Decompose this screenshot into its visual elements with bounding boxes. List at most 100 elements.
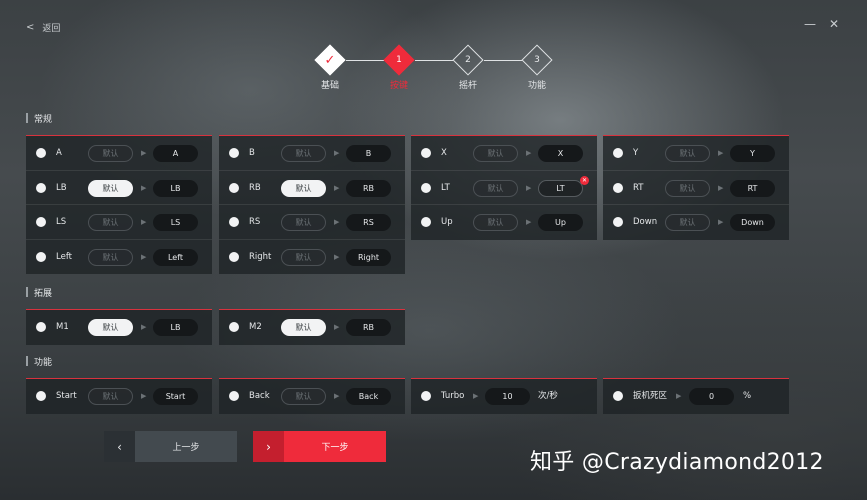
mapping-row: M1 默认 ▶ LB (26, 310, 212, 345)
check-icon: ✓ (324, 52, 336, 68)
default-button[interactable]: 默认 (88, 145, 133, 162)
mapping-row: Left 默认 ▶ Left (26, 240, 212, 275)
function-panel-back: Back 默认 ▶ Back (219, 378, 405, 414)
mapping-button[interactable]: X (538, 145, 583, 162)
key-name: Left (56, 251, 72, 262)
function-panel-start: Start 默认 ▶ Start (26, 378, 212, 414)
default-button[interactable]: 默认 (281, 179, 326, 197)
section-title-regular: 常规 (26, 111, 52, 125)
previous-step-label: 上一步 (135, 431, 237, 462)
mapping-button[interactable]: LT (538, 179, 583, 197)
mapping-button[interactable]: LB (153, 319, 198, 336)
select-radio[interactable] (421, 217, 431, 227)
default-button[interactable]: 默认 (88, 248, 133, 266)
mapping-row: Right 默认 ▶ Right (219, 240, 405, 275)
arrow-right-icon: ▶ (141, 149, 147, 157)
previous-step-button[interactable]: ‹ 上一步 (104, 431, 237, 462)
arrow-right-icon: ▶ (141, 392, 147, 400)
select-radio[interactable] (36, 148, 46, 158)
default-button[interactable]: 默认 (281, 388, 326, 405)
default-button[interactable]: 默认 (473, 145, 518, 162)
mapping-button[interactable]: LS (153, 214, 198, 231)
mapping-button[interactable]: Right (346, 248, 391, 266)
chevron-left-icon: ‹ (104, 431, 135, 462)
key-name: RS (249, 217, 261, 227)
arrow-right-icon: ▶ (526, 149, 532, 157)
mapping-button[interactable]: Start (153, 388, 198, 405)
default-button[interactable]: 默认 (473, 179, 518, 197)
regular-panel: Y 默认 ▶ Y RT 默认 ▶ RT Down 默认 ▶ Down (603, 135, 789, 240)
select-radio[interactable] (613, 182, 623, 193)
select-radio[interactable] (613, 148, 623, 158)
select-radio[interactable] (36, 322, 46, 332)
mapping-button[interactable]: LB (153, 179, 198, 197)
select-radio[interactable] (36, 217, 46, 227)
extended-panel: M2 默认 ▶ RB (219, 309, 405, 345)
section-title-functions: 功能 (26, 354, 52, 368)
mapping-button[interactable]: RS (346, 214, 391, 231)
default-button[interactable]: 默认 (281, 145, 326, 162)
minimize-button[interactable]: — (802, 16, 818, 32)
default-button[interactable]: 默认 (281, 248, 326, 266)
default-button[interactable]: 默认 (88, 214, 133, 231)
step-joystick[interactable]: 2 摇杆 (448, 44, 488, 91)
key-name: LT (441, 182, 450, 193)
deadzone-input[interactable]: 0 (689, 388, 734, 405)
select-radio[interactable] (613, 391, 623, 401)
mapping-button[interactable]: Left (153, 248, 198, 266)
turbo-rate-input[interactable]: 10 (485, 388, 530, 405)
default-button[interactable]: 默认 (473, 214, 518, 231)
key-name: X (441, 148, 447, 158)
default-button[interactable]: 默认 (88, 388, 133, 405)
select-radio[interactable] (613, 217, 623, 227)
next-step-button[interactable]: › 下一步 (253, 431, 386, 462)
close-button[interactable]: ✕ (826, 16, 842, 32)
default-button[interactable]: 默认 (665, 214, 710, 231)
select-radio[interactable] (421, 182, 431, 193)
step-functions[interactable]: 3 功能 (517, 44, 557, 91)
default-button[interactable]: 默认 (665, 179, 710, 197)
back-button[interactable]: < 返回 (26, 20, 60, 34)
mapping-button[interactable]: Down (730, 214, 775, 231)
arrow-right-icon: ▶ (473, 392, 479, 400)
mapping-button[interactable]: Back (346, 388, 391, 405)
error-icon[interactable]: ✕ (580, 175, 589, 185)
mapping-button[interactable]: B (346, 145, 391, 162)
default-button[interactable]: 默认 (281, 319, 326, 336)
step-basic[interactable]: ✓ 基础 (310, 44, 350, 91)
mapping-button[interactable]: Up (538, 214, 583, 231)
default-button[interactable]: 默认 (88, 319, 133, 336)
back-label: 返回 (42, 23, 61, 34)
select-radio[interactable] (36, 391, 46, 401)
mapping-button[interactable]: RB (346, 179, 391, 197)
arrow-right-icon: ▶ (334, 323, 340, 331)
close-icon: ✕ (828, 17, 840, 31)
select-radio[interactable] (229, 217, 239, 227)
select-radio[interactable] (229, 391, 239, 401)
arrow-right-icon: ▶ (334, 183, 340, 192)
mapping-button[interactable]: RB (346, 319, 391, 336)
select-radio[interactable] (229, 148, 239, 158)
default-button[interactable]: 默认 (281, 214, 326, 231)
step-buttons[interactable]: 1 按键 (379, 44, 419, 91)
arrow-right-icon: ▶ (676, 392, 682, 400)
select-radio[interactable] (421, 391, 431, 401)
mapping-row: LB 默认 ▶ LB (26, 171, 212, 205)
select-radio[interactable] (421, 148, 431, 158)
default-button[interactable]: 默认 (665, 145, 710, 162)
select-radio[interactable] (229, 322, 239, 332)
select-radio[interactable] (229, 182, 239, 193)
mapping-button[interactable]: A (153, 145, 198, 162)
select-radio[interactable] (36, 182, 46, 193)
mapping-button[interactable]: RT (730, 179, 775, 197)
step-number: 3 (534, 55, 540, 65)
arrow-right-icon: ▶ (141, 218, 147, 226)
mapping-button[interactable]: Y (730, 145, 775, 162)
select-radio[interactable] (229, 251, 239, 262)
default-button[interactable]: 默认 (88, 179, 133, 197)
mapping-row: RB 默认 ▶ RB (219, 171, 405, 205)
key-name: 扳机死区 (633, 391, 668, 401)
step-label: 摇杆 (458, 81, 477, 91)
select-radio[interactable] (36, 251, 46, 262)
regular-panel: A 默认 ▶ A LB 默认 ▶ LB LS 默认 ▶ LS Left 默认 ▶ Left (26, 135, 212, 274)
